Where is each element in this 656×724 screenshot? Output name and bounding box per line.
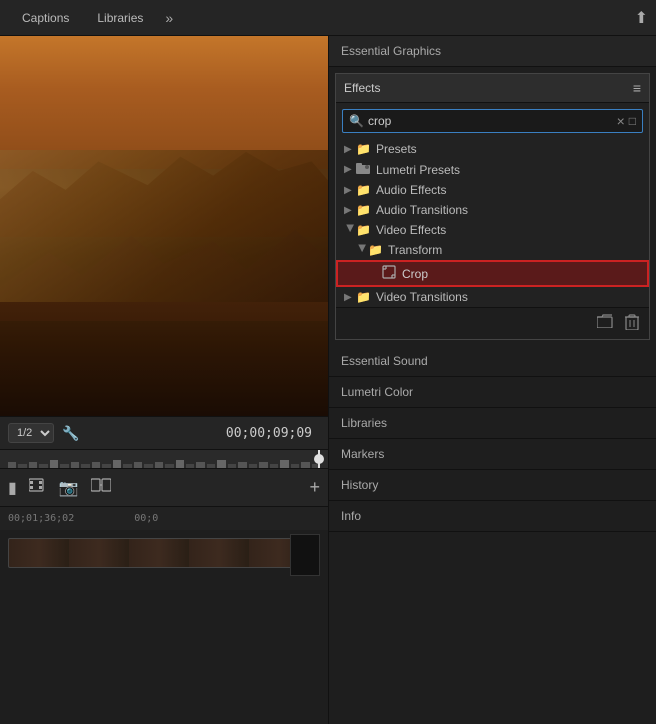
effects-panel-header: Effects ≡ — [336, 74, 649, 103]
search-bar: 🔍 × □ — [342, 109, 643, 133]
search-input[interactable] — [368, 114, 617, 128]
ridge-layer-1 — [0, 142, 328, 237]
side-panel-info[interactable]: Info — [329, 501, 656, 532]
sky-layer — [0, 36, 328, 169]
tree-list: ▶ 📁 Presets ▶ Lumetri Pr — [336, 139, 649, 307]
mark-in-icon[interactable]: ▮ — [8, 478, 17, 498]
export-icon[interactable]: ⬆ — [635, 8, 648, 28]
essential-sound-label: Essential Sound — [341, 354, 428, 368]
chevron-right-icon: ▶ — [344, 292, 356, 303]
side-panel-markers[interactable]: Markers — [329, 439, 656, 470]
tree-item-audio-effects[interactable]: ▶ 📁 Audio Effects — [336, 180, 649, 200]
chevron-right-icon: ▶ — [344, 144, 356, 155]
info-label: Info — [341, 509, 361, 523]
chevron-down-icon: ▶ — [345, 224, 356, 236]
folder-icon: 📁 — [356, 203, 372, 217]
preview-controls: 1/2 Fit 1/1 1/4 🔧 00;00;09;09 — [0, 416, 328, 449]
side-panel-history[interactable]: History — [329, 470, 656, 501]
clear-search-button[interactable]: × — [617, 113, 625, 129]
chevron-down-icon: ▶ — [357, 244, 368, 256]
timecode-2: 00;0 — [134, 513, 158, 524]
transform-label: Transform — [388, 243, 442, 257]
ruler-ticks — [0, 450, 328, 468]
zoom-select[interactable]: 1/2 Fit 1/1 1/4 — [8, 423, 54, 443]
lumetri-presets-label: Lumetri Presets — [376, 163, 460, 177]
side-panel-libraries[interactable]: Libraries — [329, 408, 656, 439]
more-tabs-button[interactable]: » — [165, 10, 173, 26]
folder-icon: 📁 — [356, 142, 372, 156]
insert-icon[interactable] — [29, 477, 47, 498]
timeline-area: 00;01;36;02 00;0 — [0, 507, 328, 724]
crop-label: Crop — [402, 267, 428, 281]
tree-item-audio-transitions[interactable]: ▶ 📁 Audio Transitions — [336, 200, 649, 220]
tree-item-transform[interactable]: ▶ 📁 Transform — [336, 240, 649, 260]
top-tab-bar: Captions Libraries » ⬆ — [0, 0, 656, 36]
effects-title: Effects — [344, 81, 633, 95]
clip-thumbnail — [9, 539, 319, 567]
tree-item-lumetri-presets[interactable]: ▶ Lumetri Presets — [336, 159, 649, 180]
tree-item-video-transitions[interactable]: ▶ 📁 Video Transitions — [336, 287, 649, 307]
folder-icon: 📁 — [356, 290, 372, 304]
add-track-button[interactable]: + — [309, 477, 320, 498]
folder-icon — [356, 162, 372, 177]
video-effects-label: Video Effects — [376, 223, 446, 237]
search-icon: 🔍 — [349, 114, 364, 128]
folder-icon: 📁 — [356, 223, 372, 237]
libraries-label: Libraries — [341, 416, 387, 430]
side-panels-list: Essential Sound Lumetri Color Libraries … — [329, 346, 656, 724]
chevron-right-icon: ▶ — [344, 205, 356, 216]
essential-graphics-header: Essential Graphics — [329, 36, 656, 67]
video-preview — [0, 36, 328, 416]
main-area: 1/2 Fit 1/1 1/4 🔧 00;00;09;09 — [0, 36, 656, 724]
panel-bottom-icons — [336, 307, 649, 339]
chevron-right-icon: ▶ — [344, 164, 356, 175]
ridge-layer-2 — [0, 207, 328, 321]
tab-captions[interactable]: Captions — [8, 0, 83, 36]
right-panel: Essential Graphics Effects ≡ 🔍 × □ ▶ 📁 — [328, 36, 656, 724]
lumetri-color-label: Lumetri Color — [341, 385, 413, 399]
tree-item-video-effects[interactable]: ▶ 📁 Video Effects — [336, 220, 649, 240]
preview-panel: 1/2 Fit 1/1 1/4 🔧 00;00;09;09 — [0, 36, 328, 724]
tab-libraries[interactable]: Libraries — [83, 0, 157, 36]
search-options-icon[interactable]: □ — [629, 114, 636, 128]
side-panel-lumetri-color[interactable]: Lumetri Color — [329, 377, 656, 408]
camera-icon[interactable]: 📷 — [59, 478, 79, 498]
effects-menu-icon[interactable]: ≡ — [633, 80, 641, 96]
markers-label: Markers — [341, 447, 384, 461]
chevron-right-icon: ▶ — [344, 185, 356, 196]
folder-icon: 📁 — [368, 243, 384, 257]
video-transitions-label: Video Transitions — [376, 290, 468, 304]
timeline-timecodes: 00;01;36;02 00;0 — [0, 507, 328, 530]
trim-icon[interactable] — [91, 477, 111, 498]
side-panel-essential-sound[interactable]: Essential Sound — [329, 346, 656, 377]
timecode-1: 00;01;36;02 — [8, 513, 74, 524]
tree-item-presets[interactable]: ▶ 📁 Presets — [336, 139, 649, 159]
audio-effects-label: Audio Effects — [376, 183, 447, 197]
presets-label: Presets — [376, 142, 417, 156]
timeline-ruler — [0, 449, 328, 469]
timeline-clip — [8, 538, 320, 568]
effects-panel: Effects ≡ 🔍 × □ ▶ 📁 Presets — [335, 73, 650, 340]
settings-icon[interactable]: 🔧 — [62, 425, 79, 442]
history-label: History — [341, 478, 378, 492]
delete-button[interactable] — [623, 312, 641, 335]
crop-item[interactable]: Crop — [336, 260, 649, 287]
audio-transitions-label: Audio Transitions — [376, 203, 468, 217]
crop-effect-icon — [382, 265, 398, 282]
folder-icon: 📁 — [356, 183, 372, 197]
new-folder-button[interactable] — [595, 312, 615, 335]
timecode-display: 00;00;09;09 — [226, 426, 312, 441]
transport-bar: ▮ 📷 + — [0, 469, 328, 507]
